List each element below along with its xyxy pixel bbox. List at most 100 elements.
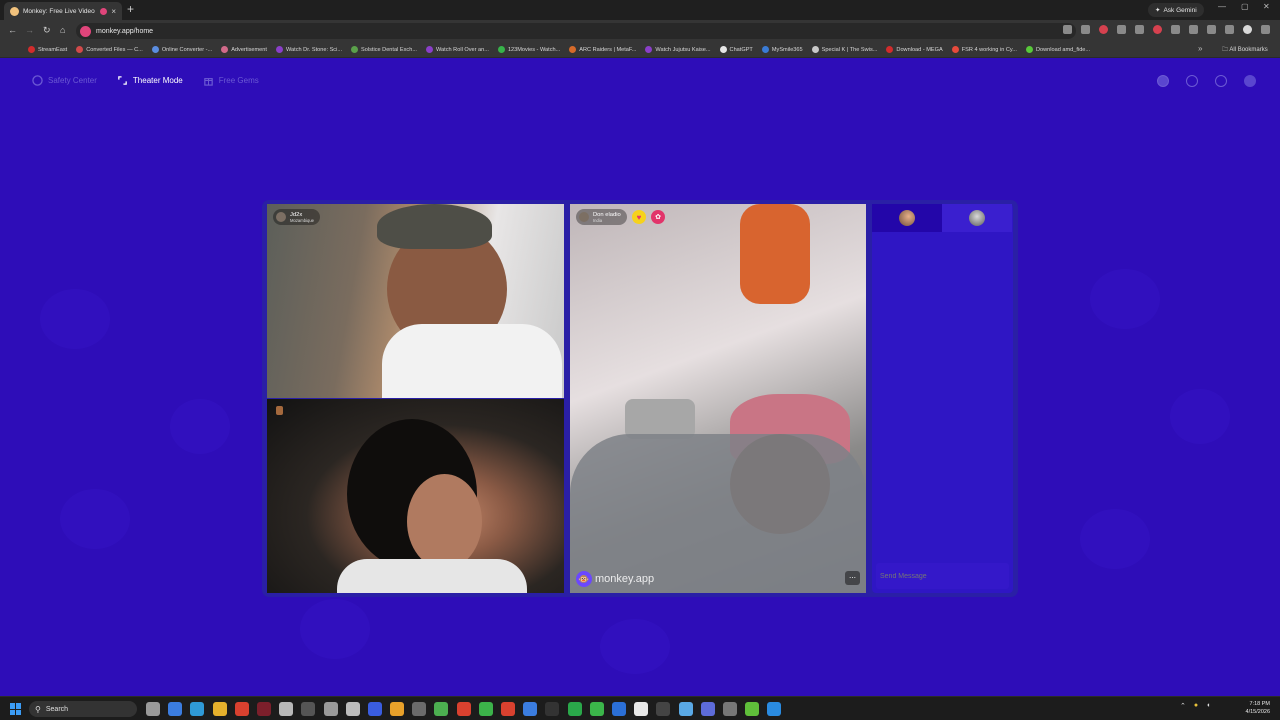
- status-dot-icon[interactable]: [1157, 75, 1169, 87]
- site-info-icon[interactable]: [80, 25, 91, 37]
- star-bookmark-icon[interactable]: [1081, 25, 1090, 34]
- home-icon[interactable]: ⌂: [60, 25, 65, 35]
- bookmark-item[interactable]: Watch Jujutsu Kaise...: [645, 46, 711, 53]
- extensions-puzzle-icon[interactable]: [1171, 25, 1180, 34]
- back-icon[interactable]: ←: [8, 25, 17, 35]
- taskbar-app-icon[interactable]: [656, 702, 671, 716]
- bookmark-item[interactable]: Download amd_fide...: [1025, 46, 1090, 53]
- taskbar-app-icon[interactable]: [545, 702, 560, 716]
- split-view-icon[interactable]: [1225, 25, 1234, 34]
- taskbar-app-icon[interactable]: [722, 702, 737, 716]
- volume-icon[interactable]: ◖: [1206, 702, 1210, 710]
- bookmark-favicon-icon: [275, 46, 283, 53]
- bookmark-item[interactable]: Download - MEGA: [886, 46, 943, 53]
- bookmarks-overflow-icon[interactable]: »: [1198, 44, 1202, 53]
- bookmark-item[interactable]: Watch Dr. Stone: Sci...: [275, 46, 342, 53]
- url-text[interactable]: monkey.app/home: [96, 28, 153, 35]
- taskbar-app-icon[interactable]: [323, 702, 338, 716]
- taskbar-app-icon[interactable]: [190, 702, 205, 716]
- taskbar-app-icon[interactable]: [745, 702, 760, 716]
- chat-tab-user-2[interactable]: [942, 204, 1012, 232]
- taskbar-app-icon[interactable]: [345, 702, 360, 716]
- more-options-button[interactable]: ⋯: [845, 571, 860, 585]
- ask-gemini-button[interactable]: ✦ Ask Gemini: [1148, 3, 1204, 17]
- address-bar[interactable]: monkey.app/home: [76, 23, 1076, 39]
- theater-mode-link[interactable]: Theater Mode: [117, 75, 183, 86]
- install-app-icon[interactable]: [1063, 25, 1072, 34]
- taskbar-search-box[interactable]: ⚲ Search: [29, 701, 137, 717]
- free-gems-link[interactable]: Free Gems: [203, 75, 259, 86]
- taskbar-app-icon[interactable]: [234, 702, 249, 716]
- taskbar-app-icon[interactable]: [634, 702, 649, 716]
- all-bookmarks-button[interactable]: 🗀 All Bookmarks: [1222, 45, 1268, 55]
- taskbar-app-icon[interactable]: [168, 702, 183, 716]
- chat-tab-user-1[interactable]: [872, 204, 942, 232]
- bookmark-item[interactable]: 123Movies - Watch...: [497, 46, 560, 53]
- extension-shield-icon[interactable]: [1153, 25, 1162, 34]
- forward-icon[interactable]: →: [25, 25, 34, 35]
- minimize-window-icon[interactable]: —: [1218, 2, 1226, 11]
- side-panel-icon[interactable]: [1189, 25, 1198, 34]
- windows-start-icon[interactable]: [10, 703, 22, 715]
- user-info-chip[interactable]: Jd2x Mozambique: [273, 209, 320, 225]
- safety-center-link[interactable]: Safety Center: [32, 75, 97, 86]
- taskbar-app-icon[interactable]: [146, 702, 160, 716]
- bookmark-item[interactable]: ARC Raiders | MetaF...: [569, 46, 636, 53]
- tray-app-icon[interactable]: ●: [1194, 702, 1198, 710]
- taskbar-app-icon[interactable]: [611, 702, 626, 716]
- remote-video-right[interactable]: Don eladio India ♥ ✿ 🐵 monkey.app ⋯: [570, 204, 866, 593]
- extension-icon[interactable]: [1135, 25, 1144, 34]
- taskbar-clock[interactable]: 7:18 PM 4/15/2026: [1240, 700, 1270, 716]
- reload-icon[interactable]: ↻: [43, 25, 51, 36]
- taskbar-app-icon[interactable]: [412, 702, 427, 716]
- taskbar-app-icon[interactable]: [256, 702, 271, 716]
- extension-icon[interactable]: [1117, 25, 1126, 34]
- profile-avatar[interactable]: [1243, 25, 1252, 34]
- user-info-chip[interactable]: Don eladio India: [576, 209, 627, 225]
- downloads-icon[interactable]: [1207, 25, 1216, 34]
- bookmark-item[interactable]: ChatGPT: [719, 46, 753, 53]
- bookmark-item[interactable]: Solstice Dental Exch...: [351, 46, 417, 53]
- taskbar-app-icon[interactable]: [700, 702, 715, 716]
- taskbar-app-icon[interactable]: [589, 702, 604, 716]
- taskbar-app-icon[interactable]: [212, 702, 227, 716]
- taskbar-app-icon[interactable]: [767, 702, 782, 716]
- extension-record-icon[interactable]: [1099, 25, 1108, 34]
- send-gift-button[interactable]: ✿: [651, 210, 665, 224]
- taskbar-app-icon[interactable]: [456, 702, 471, 716]
- taskbar-app-icon[interactable]: [390, 702, 405, 716]
- bookmark-item[interactable]: Special K | The Swis...: [811, 46, 877, 53]
- remote-video-top-left[interactable]: Jd2x Mozambique: [267, 204, 564, 398]
- send-message-input[interactable]: [876, 563, 1009, 589]
- taskbar-app-icon[interactable]: [279, 702, 294, 716]
- bookmark-item[interactable]: StreamEast: [28, 46, 67, 53]
- maximize-window-icon[interactable]: ▢: [1241, 2, 1249, 11]
- bookmark-item[interactable]: MySmile365: [761, 46, 803, 53]
- taskbar-app-icon[interactable]: [301, 702, 316, 716]
- bookmark-favicon-icon: [886, 46, 894, 53]
- bookmark-favicon-icon: [761, 46, 769, 53]
- close-tab-icon[interactable]: ×: [111, 7, 116, 16]
- user-avatar[interactable]: [1244, 75, 1256, 87]
- tray-overflow-icon[interactable]: ⌃: [1180, 702, 1186, 710]
- messages-icon[interactable]: [1215, 75, 1227, 87]
- bookmark-item[interactable]: FSR 4 working in Cy...: [951, 46, 1017, 53]
- bookmark-item[interactable]: Converted Files — C...: [76, 46, 143, 53]
- close-window-icon[interactable]: ✕: [1263, 2, 1270, 11]
- taskbar-app-icon[interactable]: [367, 702, 382, 716]
- local-video-bottom-left[interactable]: [267, 399, 564, 593]
- browser-tab-active[interactable]: Monkey: Free Live Video Ch ×: [4, 2, 122, 20]
- new-tab-button[interactable]: +: [127, 3, 134, 15]
- taskbar-app-icon[interactable]: [501, 702, 515, 716]
- taskbar-app-icon[interactable]: [478, 702, 493, 716]
- taskbar-app-icon[interactable]: [567, 702, 582, 716]
- taskbar-app-icon[interactable]: [523, 702, 538, 716]
- bookmark-item[interactable]: Advertisement: [221, 46, 267, 53]
- browser-menu-icon[interactable]: [1261, 25, 1270, 34]
- bookmark-item[interactable]: Online Converter -...: [151, 46, 212, 53]
- taskbar-app-icon[interactable]: [434, 702, 449, 716]
- like-heart-button[interactable]: ♥: [632, 210, 646, 224]
- bookmark-item[interactable]: Watch Roll Over an...: [425, 46, 489, 53]
- taskbar-app-icon[interactable]: [678, 702, 693, 716]
- history-clock-icon[interactable]: [1186, 75, 1198, 87]
